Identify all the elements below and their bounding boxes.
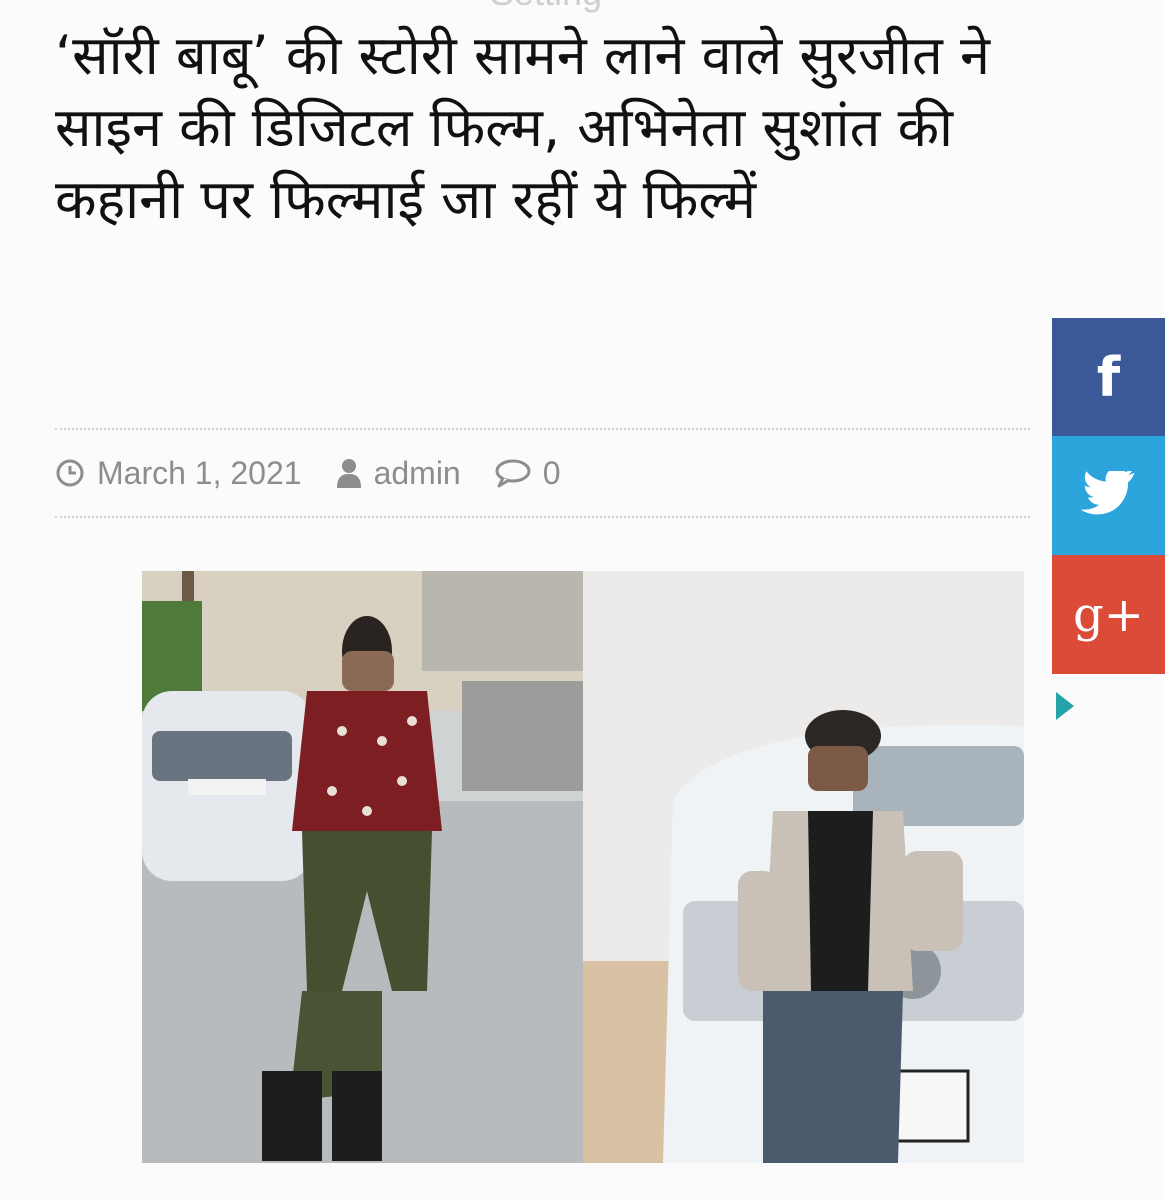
post-author[interactable]: admin <box>336 455 461 492</box>
article-title: ‘सॉरी बाबू’ की स्टोरी सामने लाने वाले सु… <box>55 24 990 231</box>
googleplus-icon: g+ <box>1073 586 1144 643</box>
share-bar-toggle[interactable] <box>1056 692 1074 720</box>
post-author-text[interactable]: admin <box>374 455 461 492</box>
social-share-bar: f g+ <box>1052 318 1165 674</box>
header-ghost-text: Setting <box>490 0 602 14</box>
twitter-share-button[interactable] <box>1052 436 1165 555</box>
googleplus-share-button[interactable]: g+ <box>1052 555 1165 674</box>
user-icon <box>336 459 361 488</box>
clock-icon <box>56 459 84 487</box>
twitter-bird-icon <box>1080 470 1134 514</box>
post-comments-count[interactable]: 0 <box>543 455 561 492</box>
post-date-text: March 1, 2021 <box>97 454 302 491</box>
post-comments[interactable]: 0 <box>495 455 561 492</box>
post-date: March 1, 2021 <box>55 455 302 492</box>
article-meta: March 1, 2021 admin 0 <box>55 428 1030 518</box>
photo-car-portrait <box>583 571 1024 1163</box>
facebook-share-button[interactable]: f <box>1052 318 1165 436</box>
comment-icon <box>495 459 531 488</box>
article-featured-image <box>142 571 1024 1163</box>
photo-street-portrait <box>142 571 583 1163</box>
facebook-icon: f <box>1096 345 1121 409</box>
